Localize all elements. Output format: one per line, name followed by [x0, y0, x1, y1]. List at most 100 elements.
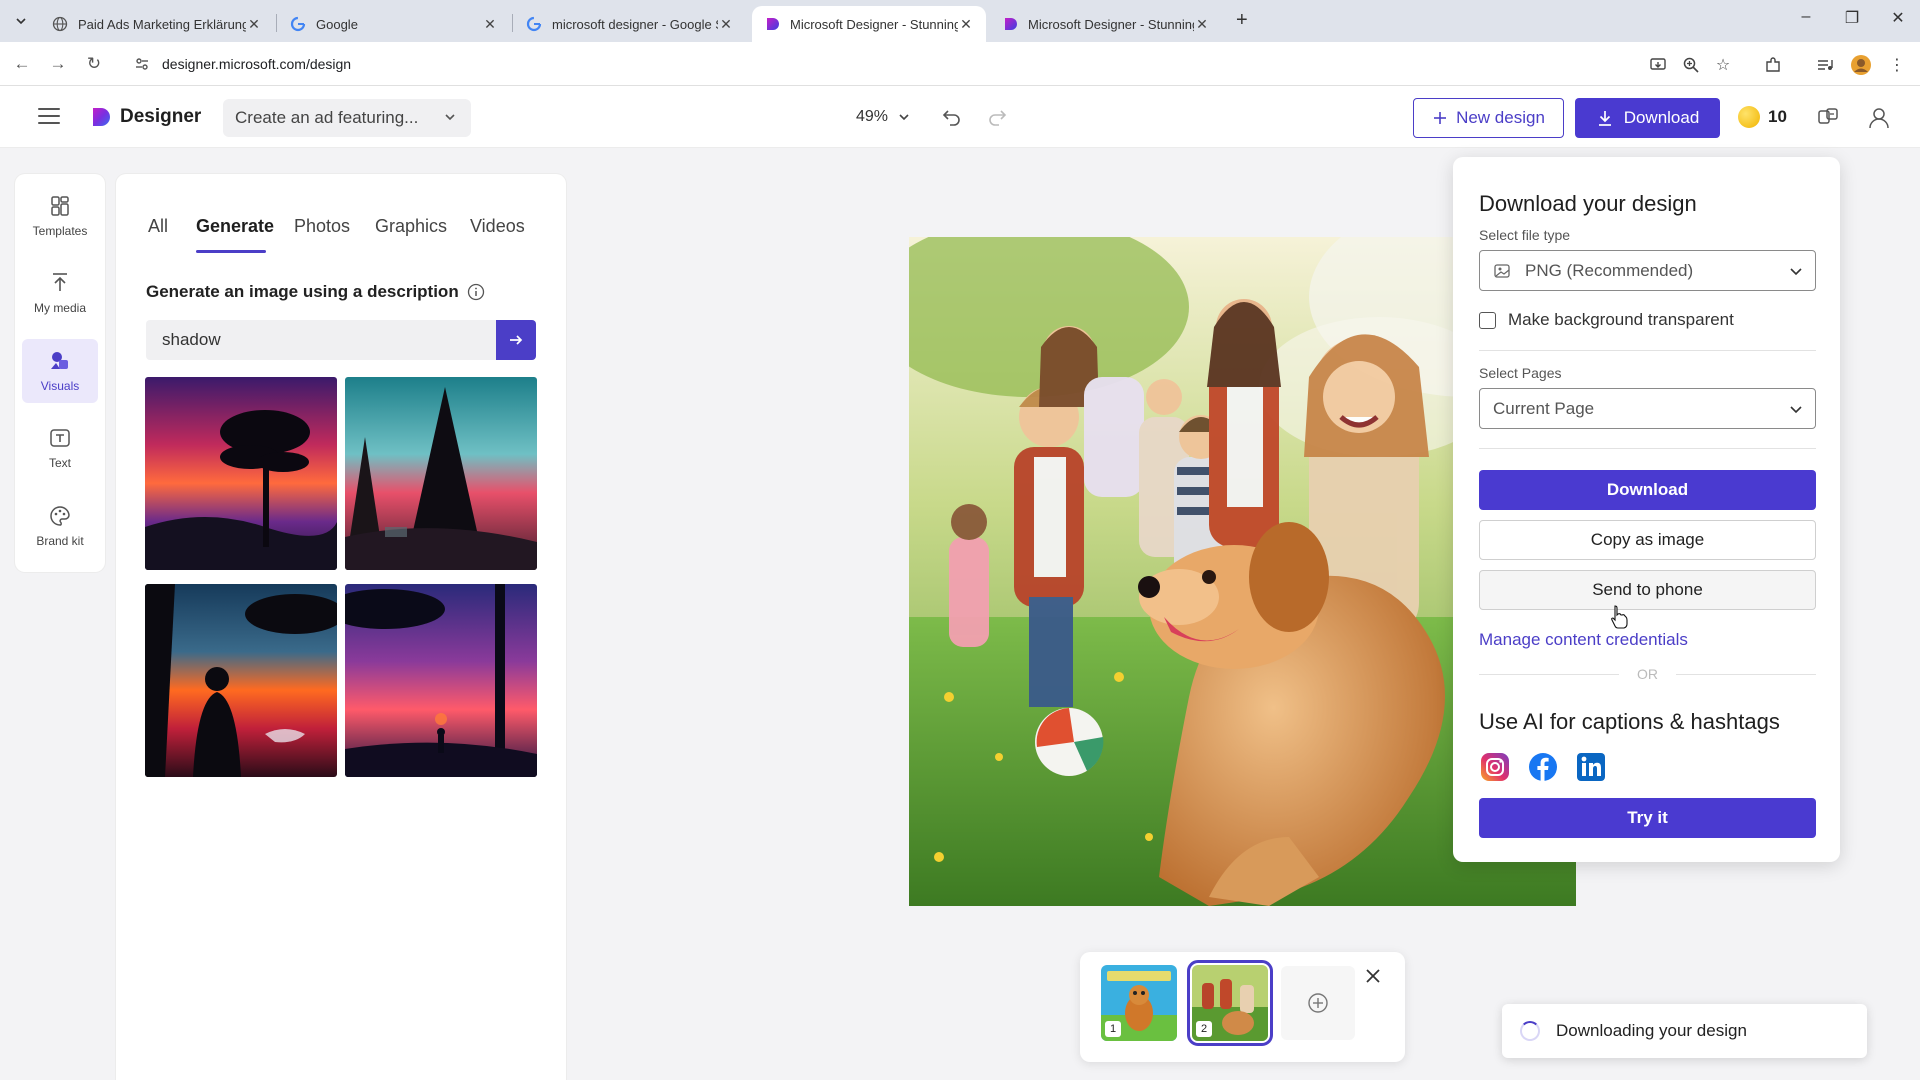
forward-icon[interactable]: → — [46, 52, 70, 76]
generate-button[interactable] — [496, 320, 536, 360]
undo-icon[interactable] — [939, 104, 965, 130]
info-icon[interactable] — [467, 283, 485, 301]
rail-item-text[interactable]: Text — [22, 416, 98, 480]
media-control-icon[interactable] — [1814, 54, 1836, 76]
download-popup: Download your design Select file type PN… — [1453, 157, 1840, 862]
site-info-icon[interactable] — [134, 56, 150, 72]
download-button[interactable]: Download — [1479, 470, 1816, 510]
redo-icon[interactable] — [984, 104, 1010, 130]
zoom-dropdown[interactable]: 49% — [856, 108, 912, 126]
prompt-input[interactable] — [146, 320, 498, 360]
file-type-select[interactable]: PNG (Recommended) — [1479, 250, 1816, 291]
mouse-pointer-icon — [1611, 605, 1628, 629]
browser-menu-icon[interactable]: ⋮ — [1886, 54, 1908, 76]
facebook-icon[interactable] — [1527, 751, 1559, 783]
rail-label: My media — [33, 301, 86, 315]
toast-message: Downloading your design — [1556, 1021, 1747, 1040]
send-to-phone-button[interactable]: Send to phone — [1479, 570, 1816, 610]
close-tab-icon[interactable]: ✕ — [482, 16, 498, 33]
install-app-icon[interactable] — [1647, 54, 1669, 76]
rail-item-my-media[interactable]: My media — [22, 261, 98, 325]
profile-avatar-icon[interactable] — [1850, 54, 1872, 76]
tab-label: Microsoft Designer - Stunning — [790, 16, 958, 32]
minimize-icon[interactable]: – — [1786, 8, 1826, 26]
page-thumbnail-1[interactable]: 1 — [1101, 965, 1177, 1041]
reload-icon[interactable]: ↻ — [82, 52, 106, 76]
generated-image-2[interactable] — [345, 377, 537, 570]
file-type-label: Select file type — [1479, 227, 1571, 243]
generated-image-4[interactable] — [345, 584, 537, 777]
download-toast: Downloading your design — [1502, 1004, 1867, 1058]
transparent-bg-checkbox[interactable]: Make background transparent — [1479, 310, 1734, 330]
pages-select[interactable]: Current Page — [1479, 388, 1816, 429]
close-tab-icon[interactable]: ✕ — [246, 16, 262, 33]
browser-tab-3[interactable]: microsoft designer - Google Se ✕ — [514, 6, 746, 42]
extensions-icon[interactable] — [1762, 54, 1784, 76]
address-bar: ← → ↻ designer.microsoft.com/design ☆ ⋮ — [0, 42, 1920, 86]
new-design-button[interactable]: New design — [1413, 98, 1564, 138]
rail-item-visuals[interactable]: Visuals — [22, 339, 98, 403]
tab-search-icon[interactable] — [10, 10, 32, 32]
generated-image-1[interactable] — [145, 377, 337, 570]
rail-label: Visuals — [40, 379, 80, 393]
header-download-button[interactable]: Download — [1575, 98, 1720, 138]
browser-tab-5[interactable]: Microsoft Designer - Stunning ✕ — [990, 6, 1222, 42]
credits-counter[interactable]: 10 — [1738, 106, 1787, 128]
bookmark-star-icon[interactable]: ☆ — [1712, 54, 1734, 76]
prompt-dropdown[interactable]: Create an ad featuring... — [223, 99, 471, 137]
coin-icon — [1738, 106, 1760, 128]
share-icon[interactable] — [1814, 104, 1842, 132]
new-design-label: New design — [1456, 108, 1545, 127]
credits-value: 10 — [1768, 107, 1787, 126]
manage-credentials-link[interactable]: Manage content credentials — [1479, 630, 1688, 650]
browser-tab-1[interactable]: Paid Ads Marketing Erklärung ✕ — [40, 6, 274, 42]
close-tab-icon[interactable]: ✕ — [1194, 16, 1210, 33]
linkedin-icon[interactable] — [1575, 751, 1607, 783]
browser-tab-bar: Paid Ads Marketing Erklärung ✕ Google ✕ … — [0, 0, 1920, 42]
tab-generate[interactable]: Generate — [196, 216, 274, 237]
copy-as-image-button[interactable]: Copy as image — [1479, 520, 1816, 560]
add-page-button[interactable] — [1281, 966, 1355, 1040]
close-tab-icon[interactable]: ✕ — [958, 16, 974, 33]
visuals-panel: All Generate Photos Graphics Videos Gene… — [116, 174, 566, 1080]
account-icon[interactable] — [1865, 104, 1893, 132]
tab-photos[interactable]: Photos — [294, 216, 350, 237]
restore-icon[interactable]: ❐ — [1832, 8, 1872, 28]
zoom-icon[interactable] — [1680, 54, 1702, 76]
or-label: OR — [1637, 666, 1658, 682]
browser-tab-2[interactable]: Google ✕ — [278, 6, 510, 42]
close-window-icon[interactable]: ✕ — [1878, 8, 1918, 28]
pages-value: Current Page — [1493, 398, 1595, 418]
close-icon[interactable] — [1363, 966, 1383, 986]
add-circle-icon — [1308, 993, 1328, 1013]
generated-image-3[interactable] — [145, 584, 337, 777]
palette-icon — [50, 506, 70, 526]
text-icon — [50, 429, 70, 447]
page-strip: 1 2 — [1080, 952, 1405, 1062]
visuals-icon — [51, 352, 68, 369]
rail-item-templates[interactable]: Templates — [22, 184, 98, 248]
browser-tab-active[interactable]: Microsoft Designer - Stunning ✕ — [752, 6, 986, 42]
popup-title: Download your design — [1479, 191, 1697, 216]
close-tab-icon[interactable]: ✕ — [718, 16, 734, 33]
url-field[interactable]: designer.microsoft.com/design — [126, 48, 1626, 80]
tab-label: microsoft designer - Google Se — [552, 16, 718, 32]
try-it-button[interactable]: Try it — [1479, 798, 1816, 838]
rail-item-brand-kit[interactable]: Brand kit — [22, 494, 98, 558]
app-header: Designer Create an ad featuring... 49% N… — [0, 86, 1920, 148]
header-download-label: Download — [1623, 108, 1700, 127]
left-rail: Templates My media Visuals Text Brand ki… — [15, 174, 105, 572]
page-thumbnail-2[interactable]: 2 — [1187, 960, 1273, 1046]
rail-label: Templates — [32, 224, 88, 238]
designer-icon — [767, 18, 779, 30]
hamburger-menu-icon[interactable] — [38, 108, 60, 124]
tab-videos[interactable]: Videos — [470, 216, 525, 237]
new-tab-icon[interactable]: + — [1236, 9, 1248, 32]
back-icon[interactable]: ← — [10, 52, 34, 76]
tab-graphics[interactable]: Graphics — [375, 216, 447, 237]
divider — [1479, 448, 1816, 449]
tab-all[interactable]: All — [148, 216, 168, 237]
instagram-icon[interactable] — [1479, 751, 1511, 783]
generate-label: Generate an image using a description — [146, 282, 459, 301]
globe-icon — [52, 16, 68, 32]
